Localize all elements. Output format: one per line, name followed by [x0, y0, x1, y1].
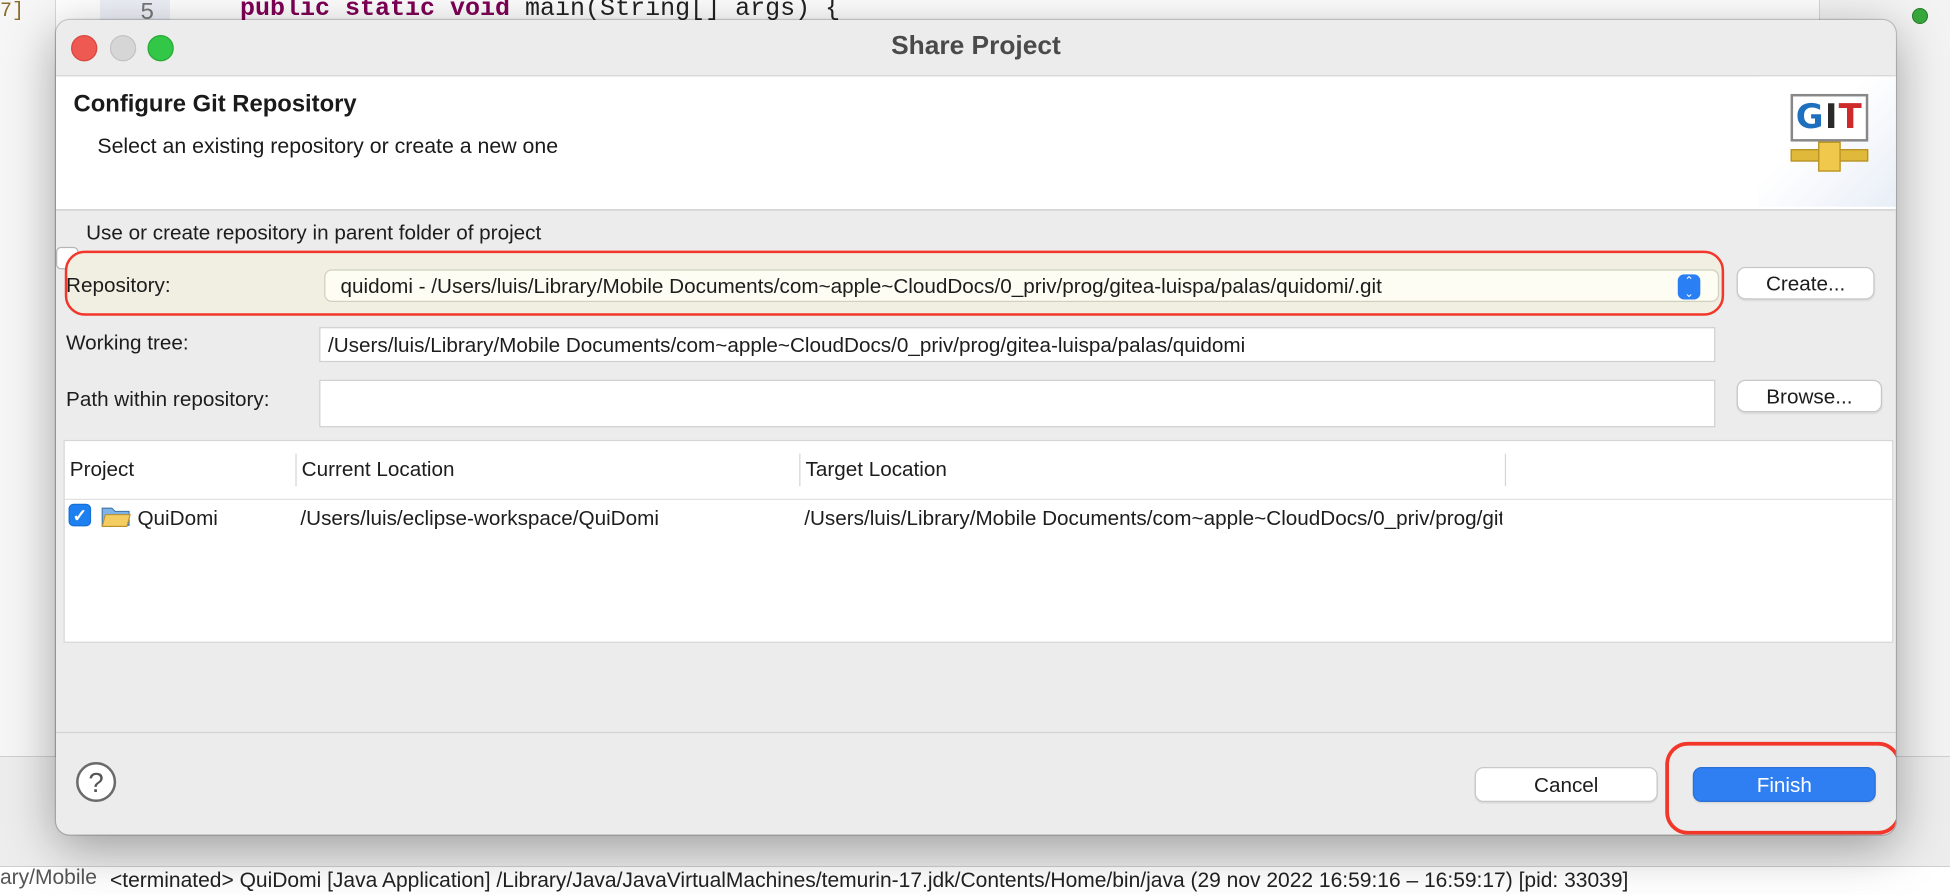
select-updown-icon[interactable]: ⌃ ⌄: [1677, 274, 1701, 300]
repository-label: Repository:: [66, 274, 171, 297]
wizard-page-title: Configure Git Repository: [73, 91, 357, 118]
browse-button[interactable]: Browse...: [1736, 379, 1883, 413]
column-separator: [1504, 453, 1507, 487]
wizard-page-description: Select an existing repository or create …: [97, 134, 559, 158]
column-header-target-location[interactable]: Target Location: [800, 441, 1502, 499]
project-name-cell: QuiDomi: [137, 507, 218, 531]
git-logo-box: GIT: [1790, 93, 1869, 142]
git-logo-valve: [1818, 141, 1841, 172]
git-logo-t: T: [1838, 97, 1864, 137]
current-location-cell: /Users/luis/eclipse-workspace/QuiDomi: [300, 507, 659, 531]
working-tree-label: Working tree:: [66, 332, 189, 355]
finish-button[interactable]: Finish: [1692, 766, 1876, 803]
explorer-text: 7]: [0, 0, 25, 23]
parent-folder-checkbox-label[interactable]: Use or create repository in parent folde…: [86, 222, 541, 246]
git-logo-i: I: [1824, 97, 1839, 137]
target-location-cell: /Users/luis/Library/Mobile Documents/com…: [804, 507, 1502, 531]
path-within-repository-label: Path within repository:: [66, 388, 270, 412]
cancel-button[interactable]: Cancel: [1474, 766, 1658, 803]
project-row-checkbox[interactable]: ✓: [68, 503, 92, 527]
working-tree-field: /Users/luis/Library/Mobile Documents/com…: [319, 327, 1716, 363]
repository-select[interactable]: quidomi - /Users/luis/Library/Mobile Doc…: [324, 269, 1720, 302]
folder-open-icon: [101, 507, 131, 527]
dialog-title: Share Project: [891, 31, 1061, 61]
git-logo-g: G: [1795, 97, 1825, 137]
help-icon[interactable]: ?: [76, 761, 117, 803]
dialog-titlebar: Share Project: [56, 20, 1896, 76]
projects-table: Project Current Location Target Location…: [63, 439, 1894, 643]
column-header-project[interactable]: Project: [65, 441, 296, 499]
create-repository-button[interactable]: Create...: [1736, 266, 1875, 300]
console-view: <terminated> QuiDomi [Java Application] …: [0, 866, 1950, 895]
footer-divider: [56, 731, 1896, 734]
git-logo-icon: GIT: [1757, 76, 1896, 207]
table-header-divider: [64, 498, 1893, 501]
status-dot-icon: [1912, 8, 1928, 24]
explorer-path-text: ary/Mobile: [0, 866, 97, 889]
console-status-text: <terminated> QuiDomi [Java Application] …: [110, 869, 1629, 892]
wizard-header: Configure Git Repository Select an exist…: [56, 75, 1896, 211]
column-header-current-location[interactable]: Current Location: [297, 441, 798, 499]
share-project-dialog: Share Project Configure Git Repository S…: [56, 20, 1896, 835]
path-within-repository-field[interactable]: [319, 379, 1716, 428]
project-explorer-strip: 7]: [0, 0, 56, 760]
